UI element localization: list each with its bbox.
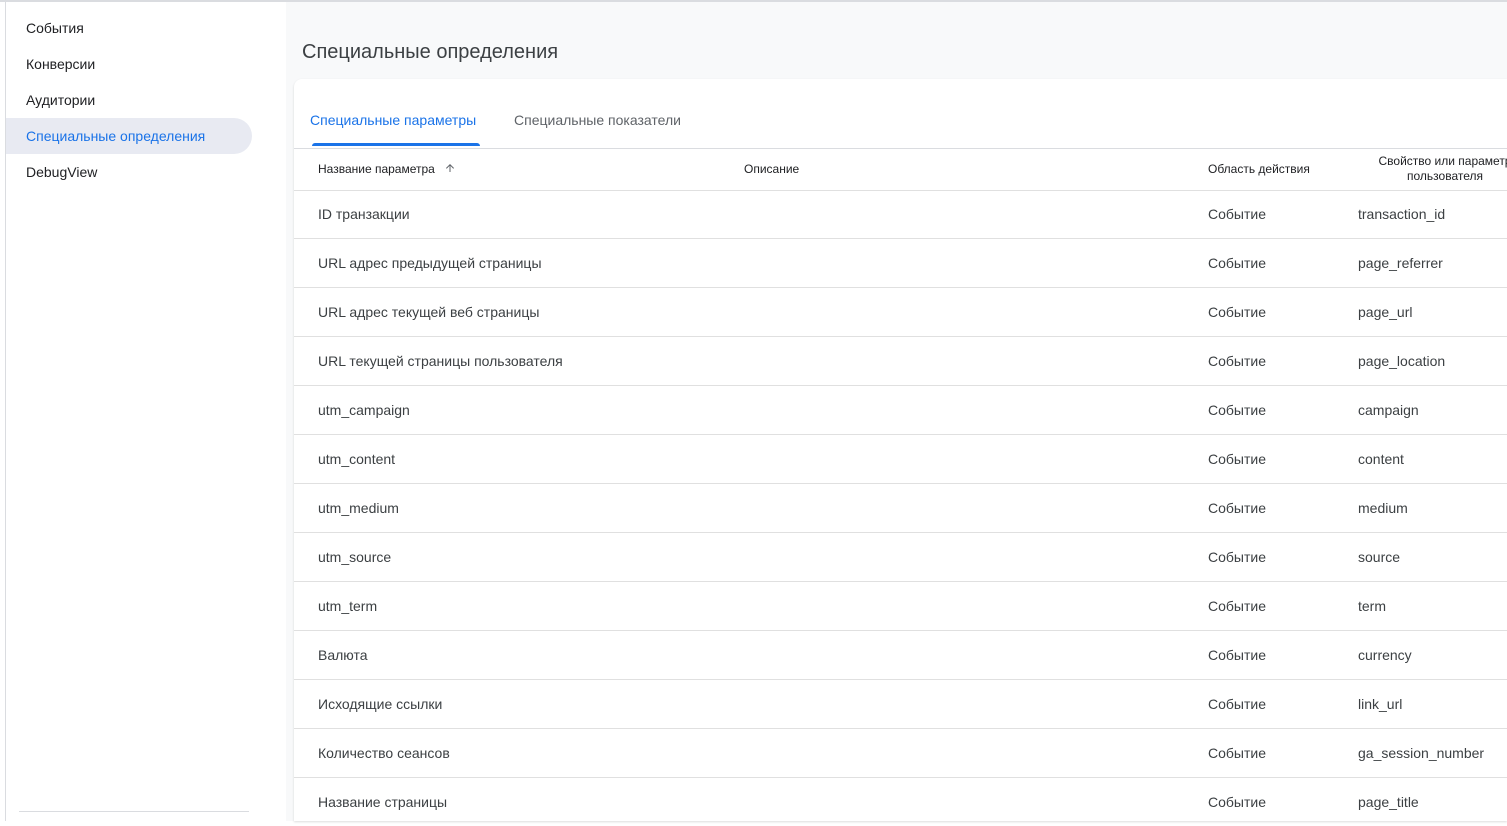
main-content: Специальные определения Специальные пара… bbox=[286, 2, 1507, 821]
table-row[interactable]: URL адрес текущей веб страницы Событие p… bbox=[294, 288, 1507, 337]
cell-scope: Событие bbox=[1208, 549, 1266, 565]
cell-scope: Событие bbox=[1208, 500, 1266, 516]
sidebar-nav: События Конверсии Аудитории Специальные … bbox=[6, 2, 286, 821]
cell-name: URL текущей страницы пользователя bbox=[318, 353, 563, 369]
cell-param: link_url bbox=[1358, 696, 1403, 712]
cell-name: utm_term bbox=[318, 598, 378, 614]
table-row[interactable]: Название страницы Событие page_title bbox=[294, 778, 1507, 826]
sidebar-item-events[interactable]: События bbox=[6, 10, 252, 46]
cell-name: Название страницы bbox=[318, 794, 448, 810]
cell-param: page_url bbox=[1358, 304, 1413, 320]
sidebar-item-label: DebugView bbox=[26, 164, 98, 180]
tab-bar: Специальные параметры Специальные показа… bbox=[294, 79, 1507, 149]
column-header-label-line1: Свойство или параметр bbox=[1378, 154, 1507, 168]
cell-name: URL адрес текущей веб страницы bbox=[318, 304, 540, 320]
cell-param: page_location bbox=[1358, 353, 1446, 369]
cell-param: page_title bbox=[1358, 794, 1419, 810]
active-tab-indicator bbox=[312, 143, 480, 146]
table-row[interactable]: utm_content Событие content bbox=[294, 435, 1507, 484]
table-row[interactable]: utm_campaign Событие campaign bbox=[294, 386, 1507, 435]
tab-custom-dimensions[interactable]: Специальные параметры bbox=[310, 112, 476, 128]
column-header-user-property[interactable]: Свойство или параметр пользователя bbox=[1370, 154, 1507, 184]
arrow-upward-icon bbox=[444, 162, 456, 177]
cell-scope: Событие bbox=[1208, 794, 1266, 810]
sidebar-item-debugview[interactable]: DebugView bbox=[6, 154, 252, 190]
cell-param: transaction_id bbox=[1358, 206, 1446, 222]
cell-param: medium bbox=[1358, 500, 1408, 516]
cell-name: utm_source bbox=[318, 549, 392, 565]
cell-param: source bbox=[1358, 549, 1401, 565]
table-header: Название параметра Описание Область дейс… bbox=[294, 149, 1507, 191]
table-row[interactable]: Исходящие ссылки Событие link_url bbox=[294, 680, 1507, 729]
cell-scope: Событие bbox=[1208, 696, 1266, 712]
sidebar-item-label: Аудитории bbox=[26, 92, 96, 108]
cell-scope: Событие bbox=[1208, 304, 1266, 320]
cell-scope: Событие bbox=[1208, 451, 1266, 467]
table-row[interactable]: ID транзакции Событие transaction_id bbox=[294, 190, 1507, 239]
definitions-card: Специальные параметры Специальные показа… bbox=[294, 79, 1507, 821]
table-row[interactable]: utm_term Событие term bbox=[294, 582, 1507, 631]
cell-name: Исходящие ссылки bbox=[318, 696, 443, 712]
column-header-name[interactable]: Название параметра bbox=[318, 162, 456, 177]
table-row[interactable]: utm_medium Событие medium bbox=[294, 484, 1507, 533]
sidebar-item-audiences[interactable]: Аудитории bbox=[6, 82, 252, 118]
column-header-label-line2: пользователя bbox=[1407, 169, 1483, 183]
cell-name: URL адрес предыдущей страницы bbox=[318, 255, 542, 271]
cell-name: ID транзакции bbox=[318, 206, 410, 222]
sidebar-divider bbox=[19, 811, 249, 812]
table-row[interactable]: Количество сеансов Событие ga_session_nu… bbox=[294, 729, 1507, 778]
tab-custom-metrics[interactable]: Специальные показатели bbox=[514, 112, 681, 128]
cell-scope: Событие bbox=[1208, 255, 1266, 271]
column-header-label: Название параметра bbox=[318, 162, 435, 176]
column-header-description[interactable]: Описание bbox=[744, 162, 799, 176]
cell-scope: Событие bbox=[1208, 353, 1266, 369]
table-row[interactable]: Валюта Событие currency bbox=[294, 631, 1507, 680]
cell-name: utm_medium bbox=[318, 500, 399, 516]
cell-scope: Событие bbox=[1208, 598, 1266, 614]
cell-param: ga_session_number bbox=[1358, 745, 1485, 761]
sidebar-item-label: События bbox=[26, 20, 84, 36]
cell-param: page_referrer bbox=[1358, 255, 1443, 271]
sidebar-item-custom-definitions[interactable]: Специальные определения bbox=[6, 118, 252, 154]
sidebar-item-label: Специальные определения bbox=[26, 128, 206, 144]
cell-name: Количество сеансов bbox=[318, 745, 450, 761]
cell-param: campaign bbox=[1358, 402, 1419, 418]
cell-name: Валюта bbox=[318, 647, 368, 663]
cell-scope: Событие bbox=[1208, 206, 1266, 222]
cell-name: utm_content bbox=[318, 451, 396, 467]
cell-scope: Событие bbox=[1208, 402, 1266, 418]
table-row[interactable]: URL текущей страницы пользователя Событи… bbox=[294, 337, 1507, 386]
cell-param: term bbox=[1358, 598, 1386, 614]
cell-param: currency bbox=[1358, 647, 1412, 663]
table-row[interactable]: utm_source Событие source bbox=[294, 533, 1507, 582]
table-row[interactable]: URL адрес предыдущей страницы Событие pa… bbox=[294, 239, 1507, 288]
cell-param: content bbox=[1358, 451, 1404, 467]
sidebar-item-label: Конверсии bbox=[26, 56, 96, 72]
page-title: Специальные определения bbox=[302, 41, 559, 64]
cell-name: utm_campaign bbox=[318, 402, 410, 418]
column-header-scope[interactable]: Область действия bbox=[1208, 162, 1310, 176]
sidebar-item-conversions[interactable]: Конверсии bbox=[6, 46, 252, 82]
cell-scope: Событие bbox=[1208, 647, 1266, 663]
cell-scope: Событие bbox=[1208, 745, 1266, 761]
